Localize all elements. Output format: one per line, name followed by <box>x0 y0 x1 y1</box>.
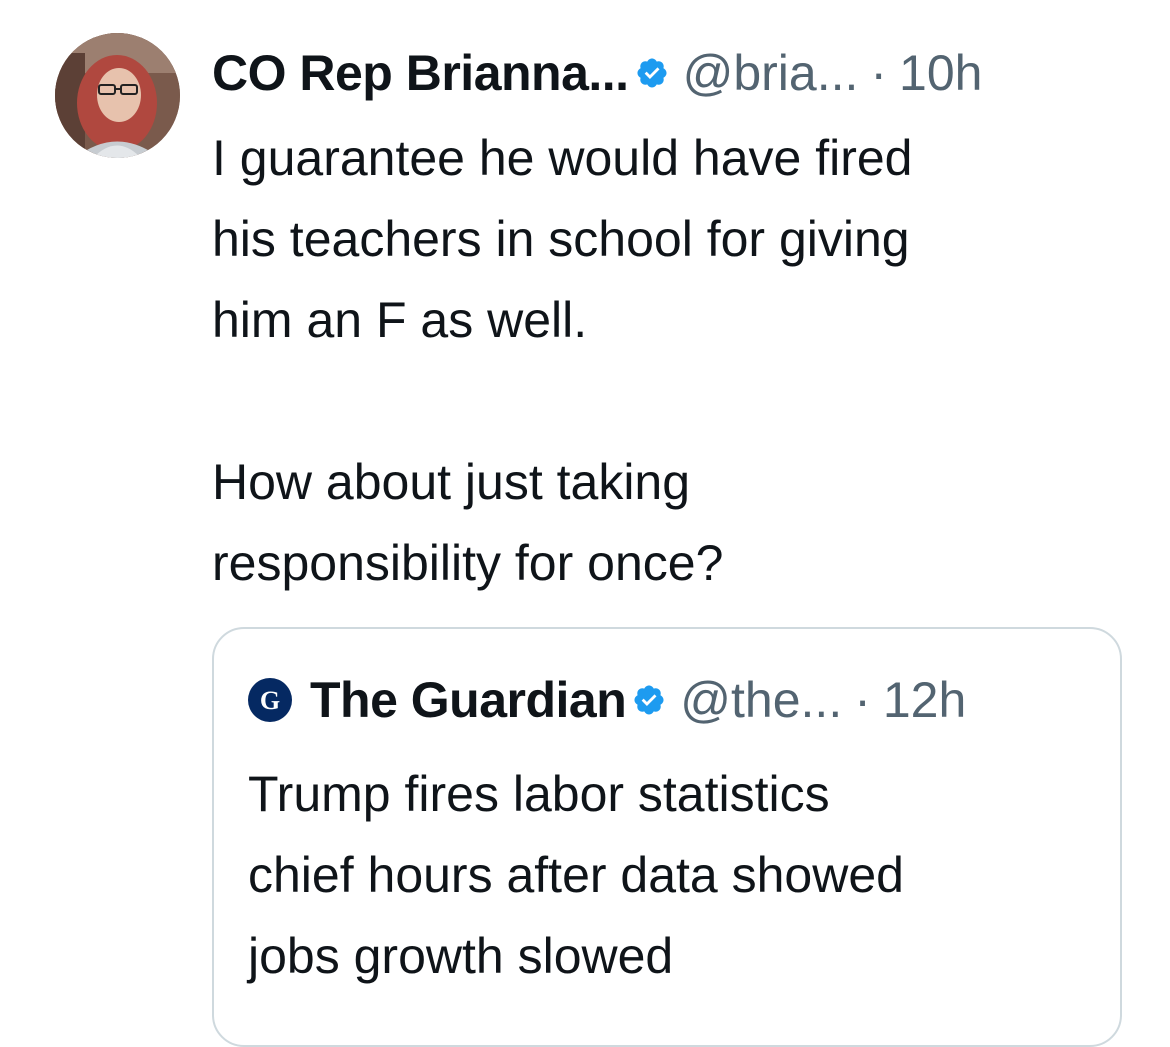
svg-text:G: G <box>260 686 280 715</box>
author-handle[interactable]: @bria... <box>683 40 859 106</box>
tweet-paragraph: I guarantee he would have fired his teac… <box>212 130 913 348</box>
quoted-author-display-name[interactable]: The Guardian <box>310 667 627 733</box>
quoted-tweet-card[interactable]: G The Guardian @the... · 12h Trump fires… <box>212 627 1122 1047</box>
avatar-image <box>55 33 180 158</box>
separator-dot: · <box>870 45 888 101</box>
tweet-body: I guarantee he would have fired his teac… <box>212 118 1142 604</box>
separator-dot: · <box>854 672 871 728</box>
author-display-name[interactable]: CO Rep Brianna... <box>212 40 629 106</box>
quoted-author-handle[interactable]: @the... <box>680 667 842 733</box>
tweet-paragraph: How about just taking responsibility for… <box>212 454 724 591</box>
quoted-tweet-header: G The Guardian @the... · 12h <box>248 667 1108 733</box>
tweet[interactable]: CO Rep Brianna... @bria... · 10h I guara… <box>0 0 1170 1047</box>
quoted-tweet-text: Trump fires labor statistics chief hours… <box>248 766 904 984</box>
verified-badge-icon <box>632 683 666 717</box>
tweet-header: CO Rep Brianna... @bria... · 10h <box>212 40 1152 106</box>
tweet-timestamp[interactable]: 10h <box>899 40 982 106</box>
avatar[interactable] <box>55 33 180 158</box>
verified-badge-icon <box>635 56 669 90</box>
guardian-logo-icon: G <box>248 678 292 722</box>
quoted-tweet-timestamp[interactable]: 12h <box>883 667 966 733</box>
